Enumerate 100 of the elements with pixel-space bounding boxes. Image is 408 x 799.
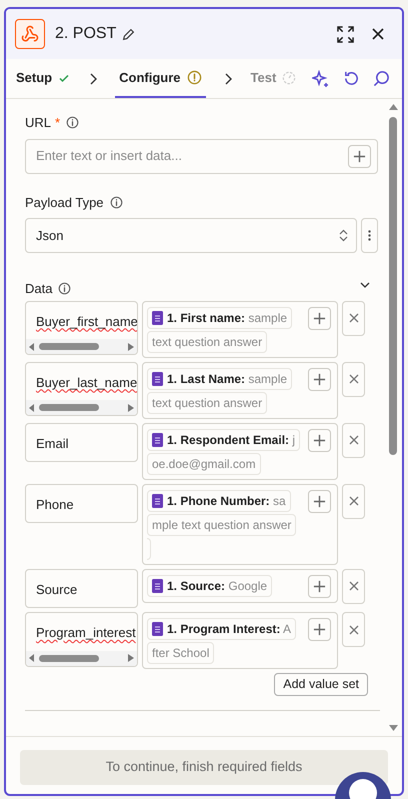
- url-input[interactable]: Enter text or insert data...: [36, 146, 348, 166]
- value-field[interactable]: 1. Phone Number: sa mple text question answer: [142, 484, 338, 564]
- scroll-down-icon[interactable]: [388, 725, 398, 731]
- pencil-icon[interactable]: [122, 28, 136, 40]
- form-icon: [152, 622, 163, 636]
- remove-button[interactable]: [342, 612, 365, 647]
- more-button[interactable]: [361, 218, 378, 253]
- add-data-button[interactable]: [308, 574, 331, 598]
- info-icon: [58, 282, 72, 296]
- chip-text: 1. Source: Google: [167, 578, 268, 594]
- undo-icon[interactable]: [343, 70, 360, 87]
- horizontal-scrollbar[interactable]: [26, 339, 137, 354]
- key-text: Phone: [36, 496, 74, 512]
- remove-button[interactable]: [342, 362, 365, 396]
- data-chip[interactable]: 1. Last Name: sample: [147, 368, 292, 390]
- scroll-left-icon[interactable]: [29, 654, 35, 662]
- chip-continuation: text question answer: [147, 330, 268, 352]
- plus-icon: [313, 623, 326, 636]
- value-field[interactable]: 1. First name: sample text question answer: [142, 300, 338, 358]
- close-icon: [348, 374, 358, 384]
- add-data-button[interactable]: [348, 144, 371, 168]
- scroll-left-icon[interactable]: [29, 342, 35, 350]
- remove-button[interactable]: [342, 484, 365, 518]
- data-chip[interactable]: 1. First name: sample: [147, 306, 292, 328]
- chip-continuation: oe.doe@gmail.com: [147, 452, 261, 474]
- remove-button[interactable]: [342, 422, 365, 458]
- step-tab[interactable]: Configure: [115, 59, 206, 98]
- chip-text: 1. First name: sample: [167, 310, 288, 326]
- data-chip[interactable]: 1. Source: Google: [147, 574, 272, 596]
- value-field[interactable]: 1. Last Name: sample text question answer: [142, 362, 338, 418]
- add-data-button[interactable]: [308, 306, 331, 330]
- chip-text: 1. Respondent Email: j: [167, 432, 296, 448]
- expand-icon[interactable]: [337, 26, 354, 42]
- value-field[interactable]: 1. Respondent Email: j oe.doe@gmail.com: [142, 422, 338, 480]
- search-icon[interactable]: [373, 70, 390, 87]
- form-icon: [152, 310, 163, 324]
- close-icon[interactable]: [372, 28, 384, 40]
- info-icon: [110, 196, 123, 209]
- close-icon: [348, 313, 358, 323]
- key-field[interactable]: Email: [25, 422, 138, 462]
- form-icon: [152, 494, 163, 508]
- close-icon: [348, 435, 358, 445]
- key-field[interactable]: Buyer_first_name: [25, 300, 138, 355]
- warning-icon: [186, 70, 202, 85]
- step-tab[interactable]: Setup: [15, 59, 72, 98]
- field-label: Payload Type: [25, 194, 104, 212]
- required-mark: *: [55, 114, 60, 132]
- chip-text: 1. Last Name: sample: [167, 370, 288, 388]
- plus-icon: [313, 372, 326, 386]
- key-field[interactable]: Phone: [25, 484, 138, 523]
- data-chip[interactable]: 1. Phone Number: sa: [147, 490, 291, 512]
- plus-icon: [353, 150, 366, 162]
- field-label: Data: [25, 280, 52, 298]
- chip-continuation: mple text question answer: [147, 514, 296, 536]
- data-chip[interactable]: 1. Respondent Email: j: [147, 428, 300, 450]
- webhook-icon: [15, 19, 45, 49]
- form-icon: [152, 432, 163, 446]
- add-data-button[interactable]: [308, 618, 331, 641]
- scroll-right-icon[interactable]: [128, 654, 134, 662]
- payload-type-select[interactable]: Json: [25, 218, 357, 253]
- key-text: Buyer_last_name: [36, 374, 137, 390]
- chevron-right-icon: [224, 72, 232, 84]
- chip-text: 1. Phone Number: sa: [167, 492, 286, 510]
- add-data-button[interactable]: [308, 490, 331, 512]
- add-value-set-button[interactable]: Add value set: [274, 673, 368, 696]
- add-data-button[interactable]: [308, 368, 331, 390]
- key-text: Source: [36, 582, 78, 596]
- chevron-down-icon[interactable]: [360, 282, 370, 290]
- key-field[interactable]: Buyer_last_name: [25, 362, 138, 416]
- key-field[interactable]: Source: [25, 568, 138, 608]
- plus-icon: [313, 580, 326, 592]
- close-icon: [348, 496, 358, 506]
- step-title: 2. POST: [55, 24, 116, 44]
- scroll-right-icon[interactable]: [128, 404, 134, 412]
- scroll-right-icon[interactable]: [128, 342, 134, 350]
- remove-button[interactable]: [342, 300, 365, 336]
- data-chip[interactable]: 1. Program Interest: A: [147, 618, 296, 640]
- key-text: Program_interest: [36, 625, 136, 640]
- horizontal-scrollbar[interactable]: [26, 650, 137, 666]
- plus-icon: [313, 312, 326, 324]
- value-field[interactable]: 1. Program Interest: A fter School: [142, 612, 338, 669]
- scroll-up-icon[interactable]: [388, 104, 398, 110]
- horizontal-scrollbar[interactable]: [26, 400, 137, 415]
- url-field[interactable]: Enter text or insert data...: [25, 138, 378, 174]
- key-text: Buyer_first_name: [36, 314, 137, 328]
- add-data-button[interactable]: [308, 428, 331, 452]
- scroll-left-icon[interactable]: [29, 404, 35, 412]
- chip-continuation: fter School: [147, 642, 214, 664]
- close-icon: [348, 581, 358, 591]
- dots-icon: [368, 230, 371, 241]
- value-field[interactable]: 1. Source: Google: [142, 568, 338, 602]
- chip-text: 1. Program Interest: A: [167, 621, 292, 638]
- field-label: URL: [25, 114, 52, 132]
- key-field[interactable]: Program_interest: [25, 612, 138, 666]
- info-icon: [66, 116, 80, 130]
- updown-icon: [339, 229, 348, 242]
- form-icon: [152, 578, 163, 592]
- clock-icon: [282, 70, 296, 84]
- sparkle-icon[interactable]: [312, 70, 330, 88]
- remove-button[interactable]: [342, 568, 365, 604]
